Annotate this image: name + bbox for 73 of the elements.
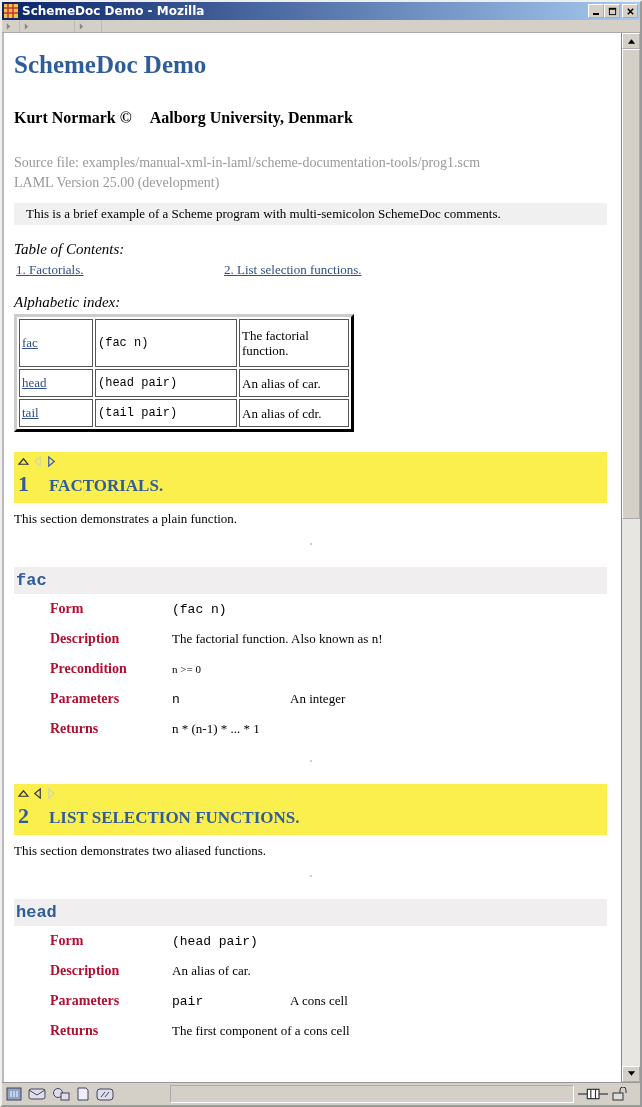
window-title: SchemeDoc Demo - Mozilla [22, 4, 206, 18]
triangle-icon [24, 22, 29, 30]
up-arrow-icon[interactable] [18, 788, 29, 799]
field-value: The factorial function. Also known as n! [172, 631, 383, 647]
parameter-description: An integer [290, 691, 346, 707]
section-title: FACTORIALS. [49, 476, 164, 496]
connection-icon [577, 1087, 608, 1101]
field-value: The first component of a cons cell [172, 1023, 350, 1039]
section-number: 2 [18, 803, 29, 829]
close-button[interactable] [622, 4, 638, 18]
triangle-icon [6, 22, 11, 30]
scroll-down-button[interactable] [622, 1066, 640, 1082]
affiliation: Aalborg University, Denmark [149, 109, 353, 127]
field-label: Form [50, 933, 85, 949]
section-title: LIST SELECTION FUNCTIONS. [49, 808, 300, 828]
table-cell: The factorial function. [239, 319, 349, 367]
table-cell: (head pair) [95, 369, 237, 397]
field-label: Parameters [50, 691, 121, 707]
parameter-name: pair [172, 993, 205, 1009]
up-arrow-icon [626, 38, 636, 44]
table-cell: (fac n) [95, 319, 237, 367]
maximize-icon [607, 6, 617, 16]
index-link[interactable]: head [22, 375, 47, 390]
field-label: Returns [50, 721, 100, 737]
table-cell: (tail pair) [95, 399, 237, 427]
unlocked-icon [612, 1087, 628, 1101]
minimize-icon [593, 12, 599, 15]
toc-link[interactable]: 1. Factorials. [16, 262, 224, 278]
right-arrow-icon[interactable] [46, 456, 57, 467]
up-arrow-icon[interactable] [18, 456, 29, 467]
section-number: 1 [18, 471, 29, 497]
author-name: Kurt Normark © [14, 109, 132, 127]
intro-text: This is a brief example of a Scheme program with multi-semicolon SchemeDoc comments. [14, 203, 607, 225]
field-value: (head pair) [172, 933, 258, 949]
parameter-description: A cons cell [290, 993, 348, 1009]
minimize-button[interactable] [588, 4, 604, 18]
field-label: Description [50, 963, 121, 979]
scroll-up-button[interactable] [622, 33, 640, 49]
field-value: n >= 0 [172, 663, 201, 675]
table-cell: An alias of car. [239, 369, 349, 397]
field-label: Form [50, 601, 85, 617]
field-label: Returns [50, 1023, 100, 1039]
section-text: This section demonstrates a plain function. [14, 511, 239, 527]
vertical-scrollbar[interactable] [621, 33, 640, 1082]
page-icon[interactable] [76, 1087, 90, 1101]
table-cell: An alias of cdr. [239, 399, 349, 427]
left-arrow-icon[interactable] [32, 788, 43, 799]
index-link[interactable]: fac [22, 335, 38, 350]
maximize-button[interactable] [604, 4, 620, 18]
field-value: An alias of car. [172, 963, 251, 979]
field-label: Description [50, 631, 121, 647]
triangle-icon [79, 22, 84, 30]
toc-link[interactable]: 2. List selection functions. [224, 262, 362, 278]
field-value: n * (n-1) * ... * 1 [172, 721, 260, 737]
parameter-name: n [172, 691, 181, 707]
index-link[interactable]: tail [22, 405, 39, 420]
index-heading: Alphabetic index: [14, 294, 122, 311]
scrollbar-thumb[interactable] [622, 49, 640, 519]
section-text: This section demonstrates two aliased functions. [14, 843, 267, 859]
down-arrow-icon [626, 1071, 636, 1077]
mail-icon[interactable] [28, 1087, 46, 1101]
grid-icon [4, 4, 18, 18]
page-title: SchemeDoc Demo [14, 51, 208, 79]
browser-icon[interactable] [6, 1087, 22, 1101]
function-name: fac [16, 571, 47, 590]
close-icon [625, 6, 635, 16]
function-name: head [16, 903, 57, 922]
field-value: (fac n) [172, 601, 227, 617]
version-text: LAML Version 25.00 (development) [14, 174, 221, 192]
field-label: Precondition [50, 661, 128, 677]
toc-heading: Table of Contents: [14, 241, 126, 258]
source-file-path: Source file: examples/manual-xml-in-laml/scheme-documentation-tools/prog1.scm [14, 154, 482, 172]
field-label: Parameters [50, 993, 121, 1009]
